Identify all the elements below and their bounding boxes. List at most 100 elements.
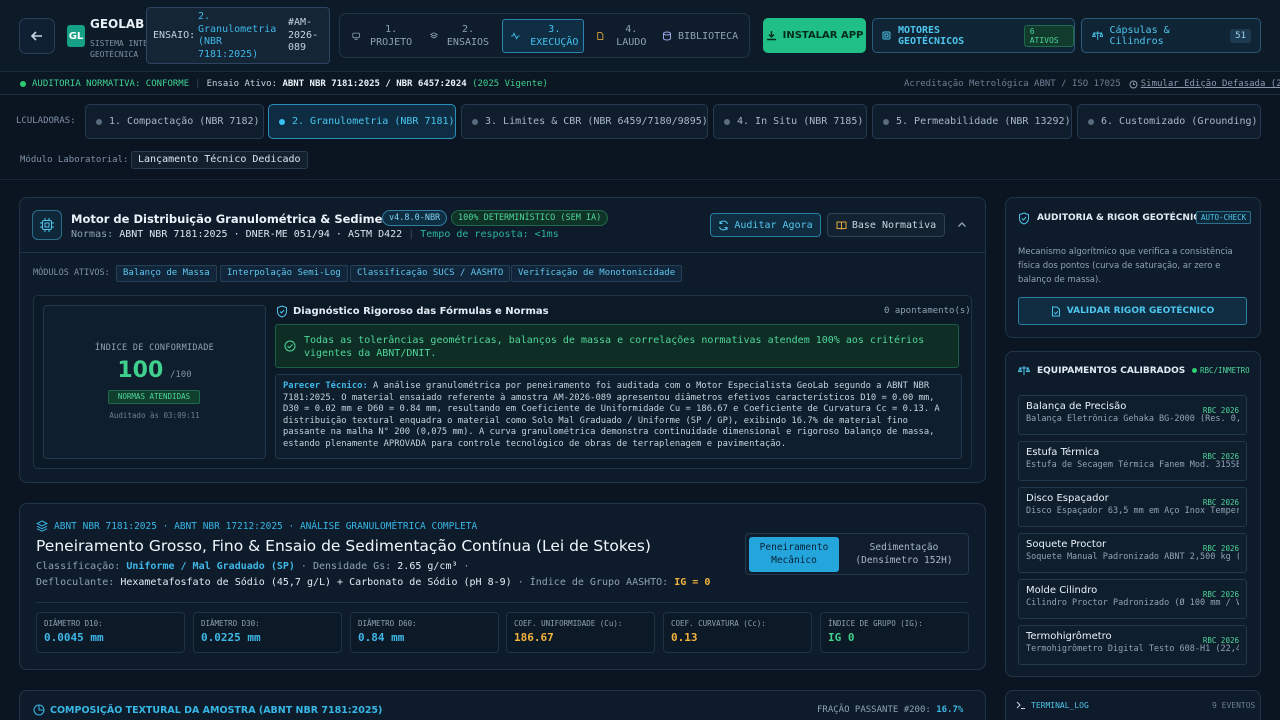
equipment-item[interactable]: Soquete Proctor RBC 2026 Soquete Manual Pa… (1018, 533, 1247, 573)
check-circle-icon (284, 340, 296, 352)
metric-d10: DIÂMETRO D10: 0.0045 mm (36, 612, 185, 653)
scale-icon (1092, 31, 1104, 40)
install-app-button[interactable]: INSTALAR APP (763, 18, 866, 53)
calc-tab-customizado[interactable]: 6. Customizado (Grounding) (1077, 104, 1261, 139)
equipment-item[interactable]: Disco Espaçador RBC 2026 Disco Espaçador 6… (1018, 487, 1247, 527)
rigor-title: AUDITORIA & RIGOR GEOTÉCNICO (1037, 213, 1208, 223)
validar-rigor-button[interactable]: VALIDAR RIGOR GEOTÉCNICO (1018, 297, 1247, 325)
simulate-link[interactable]: Simular Edição Defasada (2016) (1129, 79, 1280, 89)
scale-icon (1018, 365, 1030, 376)
rbc-badge: RBC/INMETRO (1192, 366, 1250, 375)
status-dot-icon (20, 81, 26, 87)
file-check-icon (1051, 306, 1060, 316)
brand-subtitle: SISTEMA INTE GEOTÉCNICA (90, 39, 148, 59)
analysis-defloculante: Defloculante: Hexametafosfato de Sódio (… (36, 577, 711, 588)
deterministic-badge: 100% DETERMINÍSTICO (SEM IA) (451, 210, 609, 226)
module-chip: Classificação SUCS / AASHTO (350, 265, 511, 282)
metric-ig: ÍNDICE DE GRUPO (IG): IG 0 (820, 612, 969, 653)
layers-icon (36, 520, 48, 532)
composition-title: COMPOSIÇÃO TEXTURAL DA AMOSTRA (ABNT NBR… (33, 704, 382, 716)
pie-chart-icon (33, 704, 45, 716)
equipment-title: EQUIPAMENTOS CALIBRADOS (1037, 366, 1186, 376)
equipment-item[interactable]: Balança de Precisão RBC 2026 Balança Eletr… (1018, 395, 1247, 435)
modules-label: MÓDULOS ATIVOS: (33, 268, 110, 278)
step-laudo[interactable]: 4. LAUDO (596, 19, 652, 53)
shield-icon (1018, 212, 1030, 225)
auto-check-badge: AUTO-CHECK (1196, 211, 1252, 224)
capsulas-count: 51 (1230, 28, 1251, 43)
step-execucao[interactable]: 3. EXECUÇÃO (502, 19, 584, 53)
toggle-sedimentacao[interactable]: Sedimentação (Densímetro 152H) (845, 537, 963, 572)
ensaio-id: #AM-2026-089 (288, 17, 319, 53)
arrow-left-icon (30, 31, 42, 41)
activity-icon (511, 32, 520, 40)
fraction-passante: FRAÇÃO PASSANTE #200: 16.7% (817, 705, 964, 715)
accreditation-text: Acreditação Metrológica ABNT / ISO 17025 (904, 79, 1121, 89)
engine-title: Motor de Distribuição Granulométrica & S… (71, 212, 427, 226)
module-chip: Balanço de Massa (116, 265, 217, 282)
step-biblioteca[interactable]: BIBLIOTECA (662, 19, 746, 53)
calculators-label: LCULADORAS: (16, 116, 76, 126)
diagnostic-title: Diagnóstico Rigoroso das Fórmulas e Norm… (293, 306, 549, 317)
module-chip: Verificação de Monotonicidade (511, 265, 683, 282)
metric-d30: DIÂMETRO D30: 0.0225 mm (193, 612, 342, 653)
cpu-icon (32, 210, 62, 240)
engine-norms: Normas: ABNT NBR 7181:2025 · DNER-ME 051… (71, 229, 559, 240)
equipment-item[interactable]: Molde Cilindro RBC 2026 Cilindro Proctor P… (1018, 579, 1247, 619)
chevron-up-icon[interactable] (955, 218, 969, 232)
audit-right: Acreditação Metrológica ABNT / ISO 17025… (904, 79, 1280, 89)
module-chip: Interpolação Semi-Log (220, 265, 348, 282)
back-button[interactable] (19, 18, 55, 54)
equipment-item[interactable]: Termohigrômetro RBC 2026 Termohigrômetro D… (1018, 625, 1247, 665)
step-ensaios[interactable]: 2. ENSAIOS (430, 19, 492, 53)
download-icon (766, 31, 776, 41)
divider (36, 602, 968, 603)
motores-badge: 6 ATIVOS (1023, 24, 1074, 47)
rigor-description: Mecanismo algorítmico que verifica a con… (1018, 247, 1233, 285)
metric-d60: DIÂMETRO D60: 0.84 mm (350, 612, 499, 653)
toggle-peneiramento[interactable]: Peneiramento Mecânico (749, 537, 839, 572)
step-projeto[interactable]: 1. PROJETO (352, 19, 416, 53)
terminal-icon (1016, 700, 1026, 710)
analysis-title: Peneiramento Grosso, Fino & Ensaio de Se… (36, 537, 651, 555)
module-select[interactable]: Lançamento Técnico Dedicado (131, 151, 308, 169)
monitor-icon (352, 32, 360, 40)
diagnostic-count: 0 apontamento(s) (884, 306, 971, 316)
ensaio-value: 2. Granulometria (NBR 7181:2025) (198, 11, 277, 60)
version-badge: v4.8.0-NBR (382, 210, 448, 226)
base-normativa-button[interactable]: Base Normativa (827, 213, 945, 237)
equipment-item[interactable]: Estufa Térmica RBC 2026 Estufa de Secagem … (1018, 441, 1247, 481)
diagnostic-success-text: Todas as tolerâncias geométricas, balanç… (304, 335, 925, 359)
layers-icon (430, 32, 438, 39)
refresh-icon (719, 220, 729, 230)
motores-geotecnicos-button[interactable]: MOTORES GEOTÉCNICOS 6 ATIVOS (872, 18, 1075, 53)
module-label: Módulo Laboratorial: (20, 155, 129, 165)
app-logo: GL (67, 25, 85, 47)
calc-tab-in-situ[interactable]: 4. In Situ (NBR 7185) (713, 104, 867, 139)
shield-icon (276, 305, 288, 318)
ensaio-label: ENSAIO: (153, 30, 196, 41)
parecer-text: Parecer Técnico: A análise granulométric… (283, 381, 940, 449)
terminal-count: 9 EVENTOS (1212, 701, 1256, 710)
book-icon (836, 221, 847, 230)
analysis-header: ABNT NBR 7181:2025 · ABNT NBR 17212:2025… (36, 520, 477, 532)
audited-time: Auditado às 03:09:11 (109, 411, 200, 420)
divider (0, 179, 1280, 180)
metric-cc: COEF. CURVATURA (Cc): 0.13 (663, 612, 812, 653)
calc-tab-granulometria[interactable]: 2. Granulometria (NBR 7181) (268, 104, 456, 139)
audit-status: AUDITORIA NORMATIVA: CONFORME | Ensaio A… (20, 79, 548, 89)
calc-tab-compactacao[interactable]: 1. Compactação (NBR 7182) (85, 104, 264, 139)
conformity-badge: NORMAS ATENDIDAS (108, 390, 200, 404)
auditar-agora-button[interactable]: Auditar Agora (710, 213, 821, 237)
history-icon (1129, 80, 1138, 88)
database-icon (663, 31, 671, 41)
conformity-label: ÍNDICE DE CONFORMIDADE (94, 343, 215, 353)
capsulas-cilindros-button[interactable]: Cápsulas & Cilindros 51 (1081, 18, 1261, 53)
workflow-steps: 1. PROJETO 2. ENSAIOS 3. EXECUÇÃO 4. LAU… (339, 13, 750, 58)
chip-icon (882, 31, 891, 40)
calc-tab-limites-cbr[interactable]: 3. Limites & CBR (NBR 6459/7180/9895) (461, 104, 708, 139)
calc-tab-permeabilidade[interactable]: 5. Permeabilidade (NBR 13292) (872, 104, 1072, 139)
metric-cu: COEF. UNIFORMIDADE (Cu): 186.67 (506, 612, 655, 653)
terminal-title: TERMINAL_LOG (1031, 701, 1089, 710)
analysis-classification: Classificação: Uniforme / Mal Graduado (… (36, 561, 470, 572)
